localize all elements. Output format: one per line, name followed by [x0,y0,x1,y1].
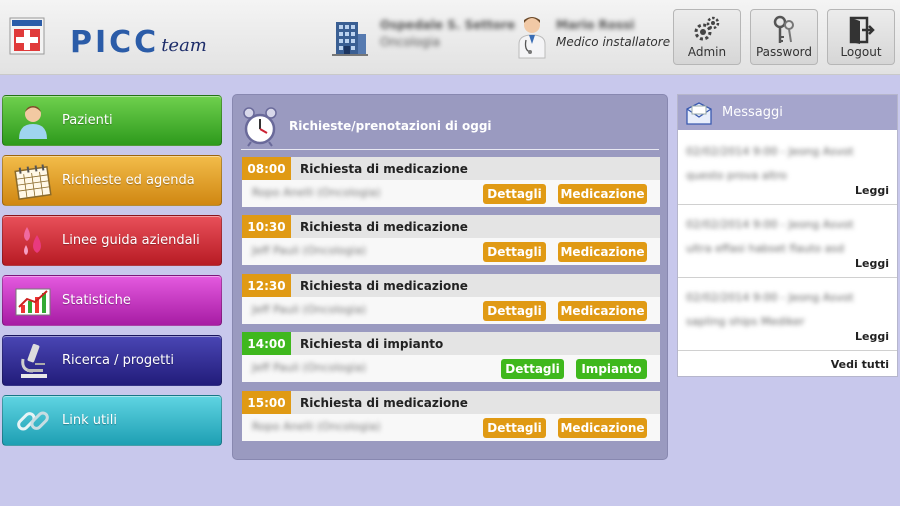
medicazione-button[interactable]: Medicazione [558,418,647,438]
requests-title: Richieste/prenotazioni di oggi [289,119,492,133]
read-link[interactable]: Leggi [855,184,889,197]
read-link[interactable]: Leggi [855,330,889,343]
patient-icon [19,105,47,139]
medicazione-button[interactable]: Medicazione [558,242,647,262]
menu-item-richieste[interactable]: Richieste ed agenda [2,155,222,206]
doctor-avatar-icon [518,17,546,59]
keys-icon [773,15,794,43]
request-time: 08:00 [242,157,291,180]
password-button-label: Password [755,45,813,59]
request-title: Richiesta di medicazione [300,395,468,410]
message-meta: 02/02/2014 9:00 - Jeong Asvot [686,218,854,231]
logout-door-icon [849,16,875,44]
menu-label-linee-guida: Linee guida aziendali [62,233,200,248]
logo-main: PICC [70,25,160,60]
request-patient: Ropo Anelli (Oncologia) [252,186,381,199]
view-all-link[interactable]: Vedi tutti [831,358,889,371]
message-item: 02/02/2014 9:00 - Jeong Asvot sapling sh… [678,279,897,351]
message-preview: ultra effasi habset flauto asd [686,242,845,255]
menu-item-statistiche[interactable]: Statistiche [2,275,222,326]
drops-icon [24,226,41,255]
requests-header: Richieste/prenotazioni di oggi [241,103,492,149]
logo-suffix: team [161,35,207,56]
request-patient: Jeff Pauli (Oncologia) [252,303,367,316]
details-button[interactable]: Dettagli [483,418,546,438]
menu-label-link-utili: Link utili [62,413,117,428]
request-row: 12:30 Richiesta di medicazione Jeff Paul… [242,274,660,324]
app-logo: PICC team [70,18,207,58]
request-title: Richiesta di impianto [300,336,444,351]
messages-panel: Messaggi 02/02/2014 9:00 - Jeong Asvot q… [677,94,898,377]
hospital-info: Ospedale S. Settore Oncologia [380,17,516,51]
menu-item-pazienti[interactable]: Pazienti [2,95,222,146]
user-info: Mario Rossi Medico installatore [556,17,670,51]
details-button[interactable]: Dettagli [483,301,546,321]
request-patient: Jeff Pauli (Oncologia) [252,361,367,374]
request-patient: Jeff Pauli (Oncologia) [252,244,367,257]
impianto-button[interactable]: Impianto [576,359,647,379]
request-title: Richiesta di medicazione [300,219,468,234]
gears-icon [694,16,720,41]
top-header: PICC team Ospedale S. Settore Oncologia … [0,0,900,75]
mail-icon [686,101,712,125]
request-patient: Ropo Anelli (Oncologia) [252,420,381,433]
user-role: Medico installatore [556,35,671,49]
request-title: Richiesta di medicazione [300,161,468,176]
request-row: 15:00 Richiesta di medicazione Ropo Anel… [242,391,660,441]
message-meta: 02/02/2014 9:00 - Jeong Asvot [686,145,854,158]
logout-button-label: Logout [840,45,882,59]
details-button[interactable]: Dettagli [483,242,546,262]
chart-icon [15,288,51,315]
request-time: 12:30 [242,274,291,297]
user-name: Mario Rossi [556,18,635,32]
request-time: 10:30 [242,215,291,238]
menu-item-linee-guida[interactable]: Linee guida aziendali [2,215,222,266]
read-link[interactable]: Leggi [855,257,889,270]
requests-panel: Richieste/prenotazioni di oggi 08:00 Ric… [232,94,668,460]
admin-button[interactable]: Admin [673,9,741,65]
request-row: 08:00 Richiesta di medicazione Ropo Anel… [242,157,660,207]
details-button[interactable]: Dettagli [501,359,564,379]
hospital-emblem-icon [9,17,45,55]
message-preview: questo prova altro [686,169,787,182]
admin-button-label: Admin [687,45,727,59]
request-time: 15:00 [242,391,291,414]
hospital-name: Ospedale S. Settore [380,18,516,32]
link-icon [17,410,49,431]
message-preview: sapling ships Mediker [686,315,805,328]
message-item: 02/02/2014 9:00 - Jeong Asvot ultra effa… [678,206,897,278]
password-button[interactable]: Password [750,9,818,65]
microscope-icon [21,343,47,378]
calendar-icon [14,163,52,200]
message-item: 02/02/2014 9:00 - Jeong Asvot questo pro… [678,133,897,205]
request-title: Richiesta di medicazione [300,278,468,293]
request-time: 14:00 [242,332,291,355]
menu-label-statistiche: Statistiche [62,293,131,308]
request-row: 10:30 Richiesta di medicazione Jeff Paul… [242,215,660,265]
menu-label-ricerca: Ricerca / progetti [62,353,174,368]
medicazione-button[interactable]: Medicazione [558,301,647,321]
request-row: 14:00 Richiesta di impianto Jeff Pauli (… [242,332,660,382]
alarm-clock-icon [243,107,277,147]
message-meta: 02/02/2014 9:00 - Jeong Asvot [686,291,854,304]
messages-title: Messaggi [722,105,783,120]
menu-label-richieste: Richieste ed agenda [62,173,195,188]
medicazione-button[interactable]: Medicazione [558,184,647,204]
logout-button[interactable]: Logout [827,9,895,65]
hospital-department: Oncologia [380,35,440,49]
requests-divider [241,149,659,150]
menu-item-link-utili[interactable]: Link utili [2,395,222,446]
details-button[interactable]: Dettagli [483,184,546,204]
menu-item-ricerca[interactable]: Ricerca / progetti [2,335,222,386]
messages-header: Messaggi [678,95,897,130]
menu-label-pazienti: Pazienti [62,113,113,128]
hospital-building-icon [332,22,368,56]
